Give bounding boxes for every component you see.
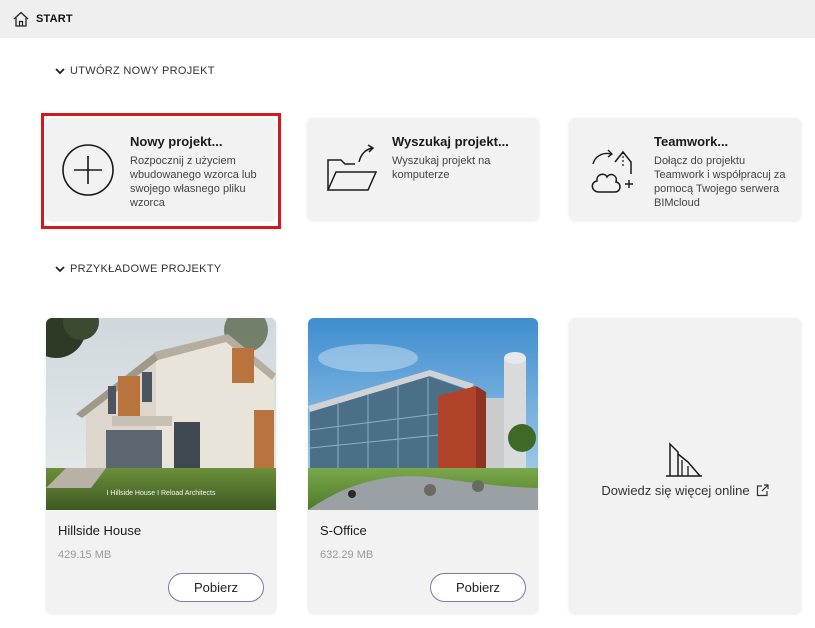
teamwork-desc: Dołącz do projektu Teamwork i współpracu… [654,155,786,209]
open-folder-icon [326,144,378,191]
chevron-down-icon [55,266,65,273]
teamwork-card[interactable]: Teamwork... Dołącz do projektu Teamwork … [569,118,801,220]
building-icon [666,442,702,477]
new-project-desc: Rozpocznij z użyciem wbudowanego wzorca … [130,155,257,209]
new-project-card[interactable]: Nowy projekt... Rozpocznij z użyciem wbu… [46,118,276,220]
sample-size: 429.15 MB [58,549,112,561]
hillside-house-image: I Hillside House I Reload Architects [46,318,276,510]
teamwork-title: Teamwork... [654,134,729,149]
sample-size: 632.29 MB [320,549,374,561]
learn-more-card[interactable]: Dowiedz się więcej online [569,318,801,613]
section-new-project-label: UTWÓRZ NOWY PROJEKT [70,65,215,77]
section-samples-toggle[interactable]: PRZYKŁADOWE PROJEKTY [54,263,221,275]
download-button-hillside[interactable]: Pobierz [168,573,264,602]
top-bar: START [0,0,815,38]
learn-more-label: Dowiedz się więcej online [601,483,750,498]
learn-more-link[interactable]: Dowiedz się więcej online [569,483,801,498]
section-samples-label: PRZYKŁADOWE PROJEKTY [70,263,222,275]
sample-name: Hillside House [58,523,142,538]
teamwork-cloud-icon [591,149,633,193]
new-project-title: Nowy projekt... [130,134,223,149]
download-button-s-office[interactable]: Pobierz [430,573,526,602]
browse-project-title: Wyszukaj projekt... [392,134,509,149]
s-office-image [308,318,538,510]
sample-card-s-office[interactable]: S-Office 632.29 MB Pobierz [308,318,538,613]
sample-name: S-Office [320,523,367,538]
sample-card-hillside[interactable]: I Hillside House I Reload Architects Hil… [46,318,276,613]
home-icon[interactable] [12,10,30,28]
chevron-down-icon [55,68,65,75]
external-link-icon [756,484,769,497]
browse-project-card[interactable]: Wyszukaj projekt... Wyszukaj projekt na … [307,118,539,220]
plus-circle-icon [62,144,114,196]
browse-project-desc: Wyszukaj projekt na komputerze [392,155,491,181]
hillside-image-caption: I Hillside House I Reload Architects [106,490,216,497]
section-new-project-toggle[interactable]: UTWÓRZ NOWY PROJEKT [54,65,215,77]
page-title: START [36,13,73,25]
